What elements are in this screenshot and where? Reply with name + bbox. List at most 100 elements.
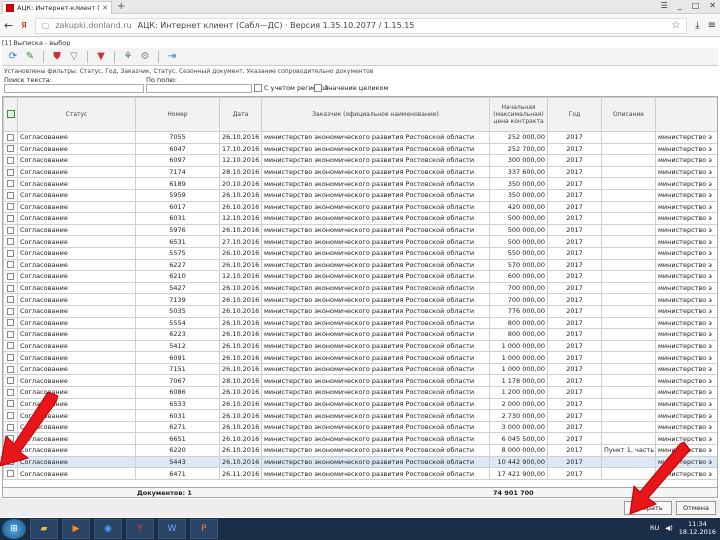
- table-row[interactable]: Согласование 7139 26.10.2016 министерство э…: [3, 293, 717, 306]
- clock[interactable]: 11:34 18.12.2016: [679, 520, 716, 536]
- table-row[interactable]: Согласование 6271 26.10.2016 министерство э…: [3, 420, 717, 434]
- table-row[interactable]: Согласование 6227 26.10.2016 министерство э…: [3, 258, 717, 272]
- row-checkbox-cell[interactable]: [3, 339, 18, 353]
- column-header-customer[interactable]: Заказчик (официальное наименование): [261, 97, 490, 132]
- table-row[interactable]: Согласование 5443 26.10.2016 министерство э…: [3, 455, 717, 469]
- row-checkbox-cell[interactable]: [3, 362, 18, 376]
- bookmark-star-icon[interactable]: ☆: [671, 20, 680, 31]
- settings-gear-icon[interactable]: ⚙: [138, 50, 152, 64]
- row-checkbox[interactable]: [7, 249, 14, 257]
- table-row[interactable]: Согласование 7174 28.10.2016 министерство э…: [3, 165, 717, 179]
- row-checkbox-cell[interactable]: [3, 223, 18, 237]
- row-checkbox[interactable]: [7, 203, 14, 211]
- row-checkbox-cell[interactable]: [3, 246, 18, 260]
- row-checkbox[interactable]: [7, 156, 14, 164]
- table-row[interactable]: Согласование 7151 26.10.2016 министерство э…: [3, 362, 717, 376]
- row-checkbox[interactable]: [7, 330, 14, 338]
- table-row[interactable]: Согласование 6471 26.11.2016 министерство э…: [3, 467, 717, 480]
- close-window-icon[interactable]: ✕: [709, 1, 716, 10]
- start-button[interactable]: ⊞: [2, 519, 26, 539]
- table-row[interactable]: Согласование 6651 26.10.2016 министерство э…: [3, 432, 717, 446]
- table-row[interactable]: Согласование 5427 26.10.2016 министерство э…: [3, 281, 717, 295]
- row-checkbox-cell[interactable]: [3, 212, 18, 225]
- yandex-button[interactable]: Я: [21, 21, 27, 30]
- select-all-header[interactable]: [3, 97, 18, 132]
- row-checkbox[interactable]: [7, 168, 14, 176]
- table-row[interactable]: Согласование 6097 12.10.2016 министерство э…: [3, 154, 717, 167]
- hamburger-icon[interactable]: ≡: [708, 20, 716, 31]
- row-checkbox[interactable]: [7, 307, 14, 315]
- row-checkbox-cell[interactable]: [3, 165, 18, 179]
- table-row[interactable]: Согласование653326.10.2016министерство э…: [3, 397, 717, 411]
- explorer-taskbar-icon[interactable]: ▰: [30, 519, 58, 539]
- row-checkbox[interactable]: [7, 261, 14, 269]
- row-checkbox[interactable]: [7, 191, 14, 199]
- row-checkbox[interactable]: [7, 377, 14, 385]
- table-row[interactable]: Согласование 6017 26.10.2016 министерство э…: [3, 200, 717, 214]
- table-row[interactable]: Согласование 6223 26.10.2016 министерство э…: [3, 328, 717, 341]
- funnel-icon[interactable]: ▼: [94, 50, 108, 64]
- tab-close-icon[interactable]: ✕: [102, 4, 108, 12]
- row-checkbox-cell[interactable]: [3, 258, 18, 272]
- word-taskbar-icon[interactable]: W: [158, 519, 186, 539]
- column-header-number[interactable]: Номер: [135, 97, 220, 132]
- table-row[interactable]: Согласование 7055 26.10.2016 министерство э…: [3, 131, 717, 144]
- row-checkbox-cell[interactable]: [3, 200, 18, 214]
- row-checkbox[interactable]: [7, 133, 14, 141]
- back-arrow-icon[interactable]: ←: [4, 19, 13, 32]
- powerpoint-taskbar-icon[interactable]: P: [190, 519, 218, 539]
- refresh-icon[interactable]: ⟳: [6, 50, 20, 64]
- row-checkbox[interactable]: [7, 180, 14, 188]
- export-icon[interactable]: ⇥: [165, 50, 179, 64]
- volume-icon[interactable]: ◀): [665, 524, 673, 532]
- column-header-date[interactable]: Дата: [219, 97, 262, 132]
- table-row[interactable]: Согласование 5554 26.10.2016 министерство э…: [3, 316, 717, 330]
- search-input[interactable]: [4, 84, 144, 93]
- filter-clear-icon[interactable]: ⛊: [50, 50, 64, 64]
- table-row[interactable]: Согласование 6210 12.10.2016 министерство э…: [3, 270, 717, 283]
- filter-icon[interactable]: ▽: [67, 50, 81, 64]
- row-checkbox[interactable]: [7, 319, 14, 327]
- row-checkbox[interactable]: [7, 296, 14, 304]
- table-row[interactable]: Согласование 5575 26.10.2016 министерство э…: [3, 246, 717, 260]
- browser-taskbar-icon[interactable]: ◉: [94, 519, 122, 539]
- field-select[interactable]: [146, 84, 252, 93]
- row-checkbox[interactable]: [7, 354, 14, 362]
- column-header-year[interactable]: Год: [547, 97, 602, 132]
- row-checkbox-cell[interactable]: [3, 142, 18, 156]
- table-row[interactable]: Согласование 6220 26.10.2016 министерство э…: [3, 444, 717, 457]
- row-checkbox[interactable]: [7, 272, 14, 280]
- row-checkbox-cell[interactable]: [3, 316, 18, 330]
- tree-icon[interactable]: ⚘: [121, 50, 135, 64]
- table-row[interactable]: Согласование 6531 27.10.2016 министерство э…: [3, 235, 717, 248]
- url-field[interactable]: ▢ zakupki.donland.ru АЦК: Интернет клиен…: [34, 17, 688, 34]
- table-row[interactable]: Согласование 6086 26.10.2016 министерство э…: [3, 386, 717, 399]
- table-row[interactable]: Согласование 5976 26.10.2016 министерство э…: [3, 223, 717, 237]
- row-checkbox[interactable]: [7, 284, 14, 292]
- column-header-status[interactable]: Статус: [17, 97, 136, 132]
- row-checkbox-cell[interactable]: [3, 293, 18, 306]
- row-checkbox[interactable]: [7, 365, 14, 373]
- row-checkbox-cell[interactable]: [3, 467, 18, 480]
- table-row[interactable]: Согласование 5412 26.10.2016 министерство э…: [3, 339, 717, 353]
- row-checkbox-cell[interactable]: [3, 177, 18, 190]
- select-all-checkbox[interactable]: [6, 109, 15, 118]
- language-indicator[interactable]: RU: [650, 524, 659, 532]
- row-checkbox-cell[interactable]: [3, 235, 18, 248]
- row-checkbox[interactable]: [7, 470, 14, 478]
- row-checkbox-cell[interactable]: [3, 154, 18, 167]
- row-checkbox[interactable]: [7, 226, 14, 234]
- row-checkbox-cell[interactable]: [3, 281, 18, 295]
- row-checkbox-cell[interactable]: [3, 328, 18, 341]
- edit-icon[interactable]: ✎: [23, 50, 37, 64]
- row-checkbox-cell[interactable]: [3, 374, 18, 388]
- table-row[interactable]: Согласование 6047 17.10.2016 министерство э…: [3, 142, 717, 156]
- row-checkbox[interactable]: [7, 214, 14, 222]
- browser-menu-icon[interactable]: ☰: [661, 1, 668, 10]
- minimize-icon[interactable]: _: [678, 1, 682, 10]
- row-checkbox-cell[interactable]: [3, 270, 18, 283]
- column-header-price[interactable]: Начальная (максимальная) цена контракта: [489, 97, 548, 132]
- column-header-extra[interactable]: [655, 97, 717, 132]
- case-sensitive-checkbox[interactable]: [254, 84, 262, 92]
- whole-value-checkbox[interactable]: [314, 84, 322, 92]
